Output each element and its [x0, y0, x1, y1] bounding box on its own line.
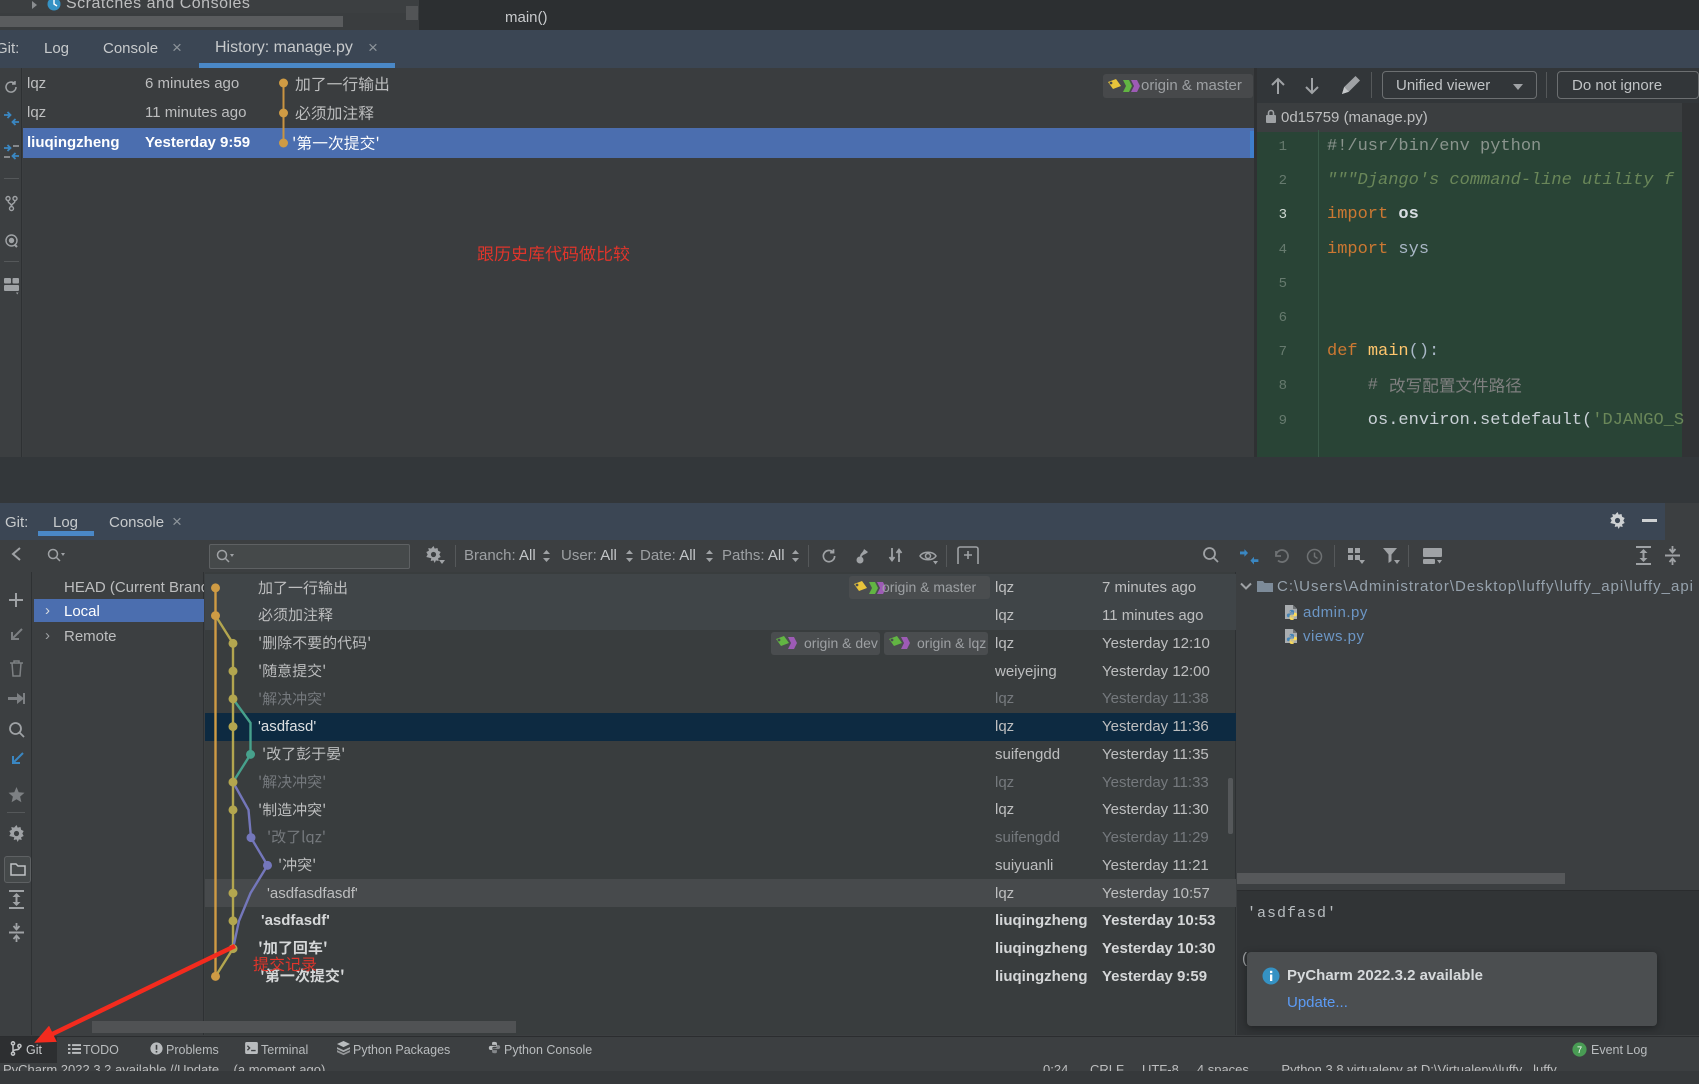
svg-text:7: 7: [1577, 1045, 1582, 1055]
